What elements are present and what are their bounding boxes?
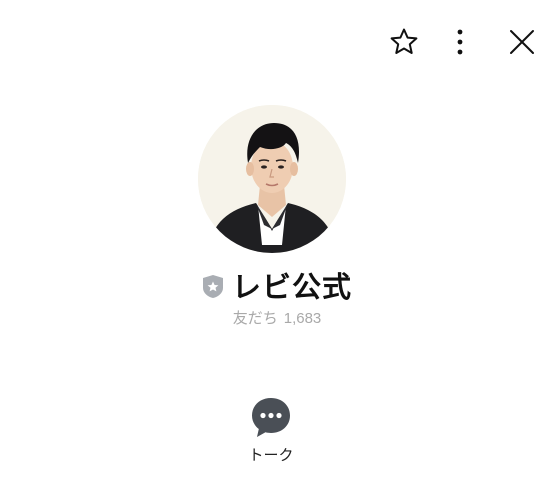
talk-label: トーク: [248, 446, 294, 464]
friends-label: 友だち: [232, 310, 278, 327]
profile-name: レビ公式: [231, 270, 352, 304]
close-icon: [510, 30, 534, 54]
official-account-shield-icon: [202, 274, 223, 298]
favorite-button[interactable]: [386, 24, 422, 60]
profile-page: レビ公式 友だち 1,683 トーク: [0, 0, 554, 479]
profile-name-row: レビ公式: [0, 264, 554, 306]
top-action-bar: [386, 24, 540, 60]
more-vertical-icon: [457, 29, 463, 55]
avatar-photo: [198, 105, 346, 253]
friends-count: 1,683: [283, 310, 322, 327]
star-icon: [390, 28, 418, 54]
avatar[interactable]: [198, 105, 346, 253]
friends-count-row: 友だち 1,683: [0, 307, 554, 328]
chat-bubble-icon: [252, 398, 290, 437]
talk-button[interactable]: トーク: [236, 396, 306, 468]
close-button[interactable]: [504, 24, 540, 60]
more-options-button[interactable]: [442, 24, 478, 60]
